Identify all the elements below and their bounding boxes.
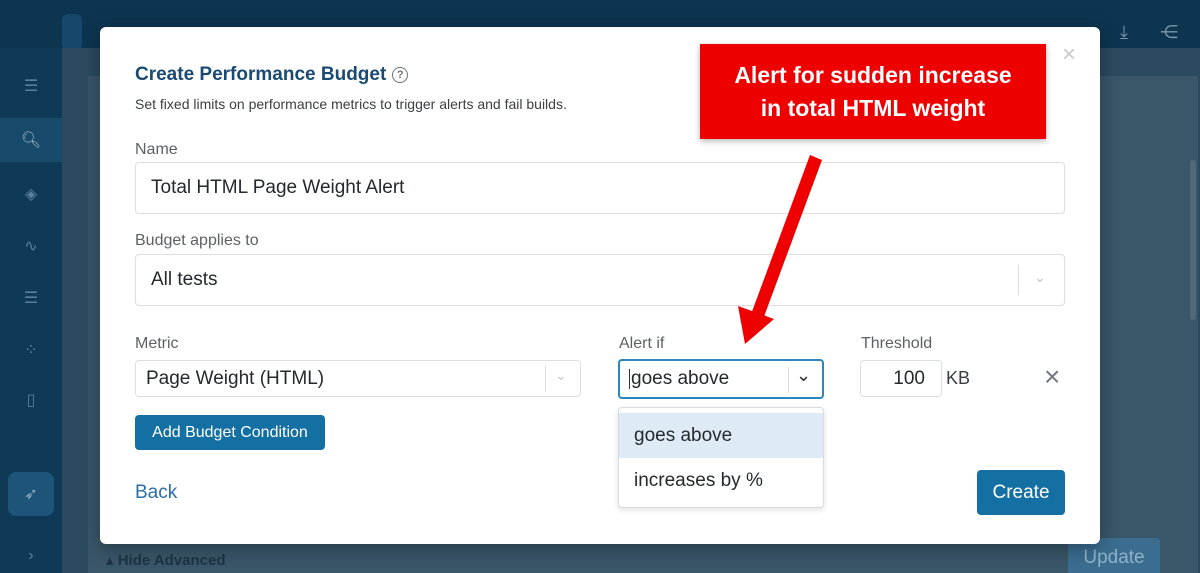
threshold-label: Threshold [861, 335, 933, 352]
download-icon[interactable]: ⤓ [1120, 22, 1128, 43]
sidebar-item-layers[interactable]: ◈ [0, 172, 62, 216]
applies-value: All tests [151, 269, 218, 290]
sidebar-item-list[interactable]: ☰ [0, 64, 62, 108]
remove-condition-icon[interactable]: × [1044, 363, 1060, 391]
help-icon[interactable]: ? [392, 67, 409, 83]
breadcrumb [62, 14, 82, 50]
dropdown-option-goes-above[interactable]: goes above [619, 413, 823, 458]
add-budget-condition-button[interactable]: Add Budget Condition [135, 415, 325, 450]
scrollbar[interactable] [1190, 160, 1196, 320]
dropdown-option-increases-by[interactable]: increases by % [619, 458, 823, 503]
modal-subtitle: Set fixed limits on performance metrics … [135, 96, 567, 112]
select-separator [1018, 265, 1019, 295]
sidebar-item-tube[interactable]: ▯ [0, 378, 62, 422]
sidebar-item-search[interactable]: 🔍︎ [0, 118, 62, 162]
applies-select[interactable]: All tests ⌄ [135, 254, 1065, 306]
sidebar-item-checklist[interactable]: ☰ [0, 276, 62, 320]
modal-title: Create Performance Budget [135, 64, 387, 85]
name-label: Name [135, 141, 178, 158]
modal-header: Create Performance Budget ? [135, 64, 409, 86]
metric-label: Metric [135, 335, 179, 352]
close-icon[interactable]: × [1062, 43, 1076, 67]
metric-select[interactable]: Page Weight (HTML) ⌄ [135, 360, 581, 397]
back-link[interactable]: Back [135, 482, 177, 504]
chevron-down-icon[interactable]: ⌄ [1034, 269, 1046, 286]
alertif-dropdown-menu: goes above increases by % [618, 407, 824, 508]
name-field[interactable]: Total HTML Page Weight Alert [135, 162, 1065, 214]
alertif-select[interactable]: goes above ⌄ [618, 359, 824, 399]
alertif-label: Alert if [619, 335, 665, 352]
rocket-icon[interactable]: ➶ [8, 472, 54, 516]
threshold-input[interactable]: 100 [860, 360, 942, 397]
annotation-line-2: in total HTML weight [760, 94, 986, 121]
name-value: Total HTML Page Weight Alert [151, 177, 405, 198]
annotation-line-1: Alert for sudden increase [734, 61, 1012, 88]
share-icon[interactable]: ⋲ [1160, 22, 1178, 43]
chevron-down-icon[interactable]: ⌄ [555, 367, 567, 384]
chevron-down-icon[interactable]: ⌄ [796, 365, 811, 386]
hide-advanced-link[interactable]: ▴ Hide Advanced [106, 551, 226, 569]
metric-value: Page Weight (HTML) [146, 367, 325, 389]
threshold-unit: KB [946, 368, 971, 388]
alertif-value: goes above [631, 368, 730, 389]
sidebar-item-activity[interactable]: ∿ [0, 224, 62, 268]
threshold-value: 100 [893, 367, 925, 389]
create-button[interactable]: Create [977, 470, 1065, 515]
sidebar-expand-chevron[interactable]: › [0, 534, 62, 573]
select-separator [788, 367, 789, 393]
sidebar-item-scatter[interactable]: ⁘ [0, 328, 62, 372]
annotation-callout: Alert for sudden increase in total HTML … [700, 44, 1046, 139]
select-separator [545, 366, 546, 392]
applies-label: Budget applies to [135, 232, 259, 249]
left-sidebar: ☰ 🔍︎ ◈ ∿ ☰ ⁘ ▯ ➶ › [0, 48, 62, 573]
text-caret [629, 369, 630, 389]
